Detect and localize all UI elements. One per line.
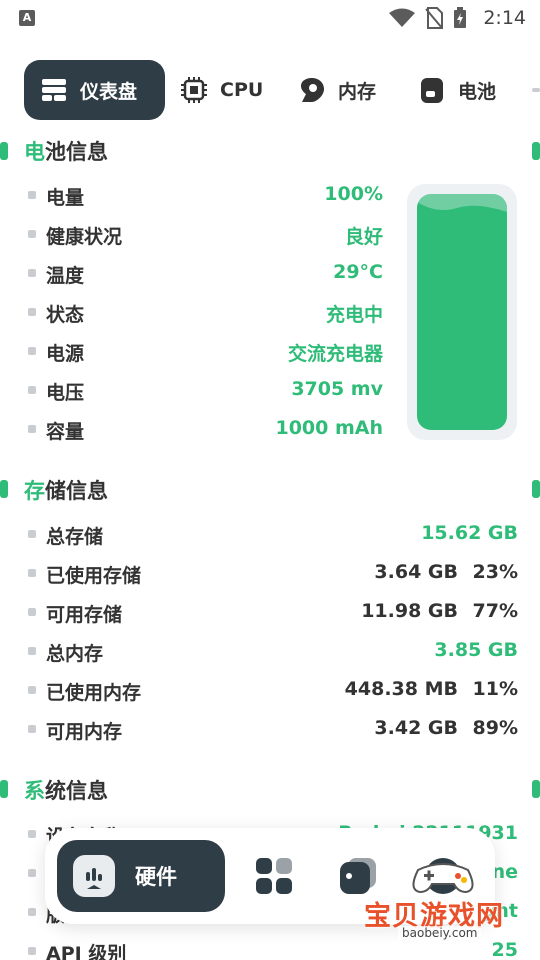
section-marker-right [532, 780, 540, 798]
cpu-chip-icon [180, 76, 208, 104]
apps-grid-icon[interactable] [254, 856, 294, 896]
battery-icon [418, 76, 446, 104]
top-tab-bar: 仪表盘 CPU 内存 电池 [0, 60, 540, 120]
tab-dashboard[interactable]: 仪表盘 [24, 60, 165, 120]
section-marker-left [0, 142, 8, 160]
hardware-icon [73, 855, 115, 897]
list-item: 已使用内存 448.38 MB 11% [28, 678, 518, 704]
gamepad-icon [412, 863, 474, 894]
nav-hardware-button[interactable]: 硬件 [57, 840, 225, 912]
tab-label: 电池 [458, 80, 497, 103]
battery-level-gauge [407, 184, 517, 440]
system-section-title: 系统信息 [24, 779, 108, 803]
storage-section-title: 存储信息 [24, 479, 108, 503]
clock: 2:14 [483, 7, 526, 29]
list-item: 已使用存储 3.64 GB 23% [28, 561, 518, 587]
list-item: 总内存 3.85 GB [28, 639, 518, 665]
battery-level-fill [417, 194, 507, 430]
memory-icon [298, 76, 326, 104]
battery-section-title: 电池信息 [24, 140, 108, 164]
watermark-logo: 宝贝游戏网 baobeiy.com [364, 860, 514, 950]
dashboard-icon [40, 76, 68, 104]
tab-label: 仪表盘 [80, 80, 138, 103]
tab-cpu[interactable]: CPU [180, 60, 263, 120]
tab-label: 内存 [338, 80, 377, 103]
list-item: 可用内存 3.42 GB 89% [28, 717, 518, 743]
app-badge-icon: A [19, 10, 35, 26]
section-marker-right [532, 142, 540, 160]
status-icons: 2:14 [389, 6, 526, 30]
section-marker-left [0, 480, 8, 498]
more-tabs-indicator [532, 88, 540, 92]
tab-label: CPU [220, 79, 264, 101]
no-sim-icon [425, 7, 444, 29]
section-marker-right [532, 480, 540, 498]
list-item: 可用存储 11.98 GB 77% [28, 600, 518, 626]
wifi-icon [389, 8, 416, 27]
battery-charging-icon [454, 7, 467, 28]
tab-battery[interactable]: 电池 [418, 60, 496, 120]
nav-label: 硬件 [135, 865, 177, 889]
list-item: 总存储 15.62 GB [28, 522, 518, 548]
status-bar: A 2:14 [0, 0, 540, 36]
tab-memory[interactable]: 内存 [298, 60, 376, 120]
section-marker-left [0, 780, 8, 798]
